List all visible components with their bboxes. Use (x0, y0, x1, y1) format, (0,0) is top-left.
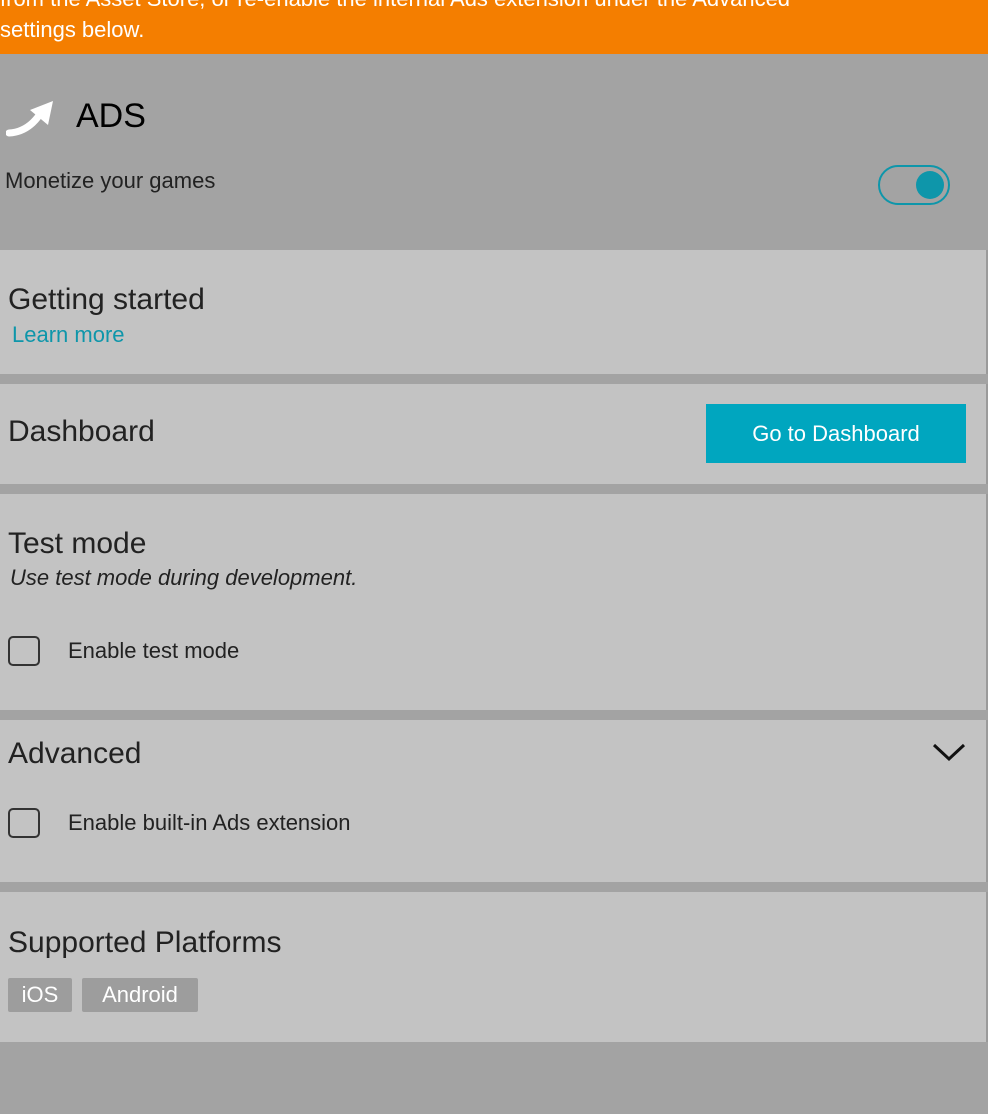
service-header: ADS Monetize your games (0, 54, 988, 250)
go-to-dashboard-button[interactable]: Go to Dashboard (706, 404, 966, 463)
advanced-section: Advanced Enable built-in Ads extension (0, 720, 988, 882)
test-mode-section: Test mode Use test mode during developme… (0, 494, 988, 710)
enable-builtin-ads-label: Enable built-in Ads extension (68, 810, 351, 835)
service-title: ADS (76, 97, 146, 135)
test-mode-description: Use test mode during development. (10, 565, 358, 590)
arrow-curve-icon (6, 101, 53, 137)
getting-started-title: Getting started (8, 283, 205, 316)
advanced-title[interactable]: Advanced (8, 736, 141, 772)
supported-platforms-section: Supported Platforms iOS Android (0, 892, 988, 1042)
ads-settings-page: from the Asset Store, or re-enable the i… (0, 0, 988, 1114)
enable-builtin-ads-checkbox[interactable] (8, 808, 40, 838)
service-subtitle: Monetize your games (5, 168, 216, 193)
test-mode-title: Test mode (8, 527, 147, 560)
supported-platforms-title: Supported Platforms (8, 926, 282, 959)
dashboard-title: Dashboard (8, 415, 155, 448)
platform-tag-ios: iOS (8, 978, 72, 1012)
dashboard-section: Dashboard Go to Dashboard (0, 384, 988, 484)
toggle-knob (916, 171, 944, 199)
learn-more-link[interactable]: Learn more (12, 321, 125, 349)
banner-text-line-1: from the Asset Store, or re-enable the i… (0, 0, 790, 12)
chevron-down-icon[interactable] (932, 742, 966, 762)
platform-tag-android: Android (82, 978, 198, 1012)
warning-banner: from the Asset Store, or re-enable the i… (0, 0, 988, 54)
getting-started-section: Getting started Learn more (0, 250, 988, 374)
service-enable-toggle[interactable] (878, 165, 950, 205)
enable-test-mode-checkbox[interactable] (8, 636, 40, 666)
enable-test-mode-label: Enable test mode (68, 638, 240, 663)
banner-text-line-2: settings below. (0, 17, 145, 42)
